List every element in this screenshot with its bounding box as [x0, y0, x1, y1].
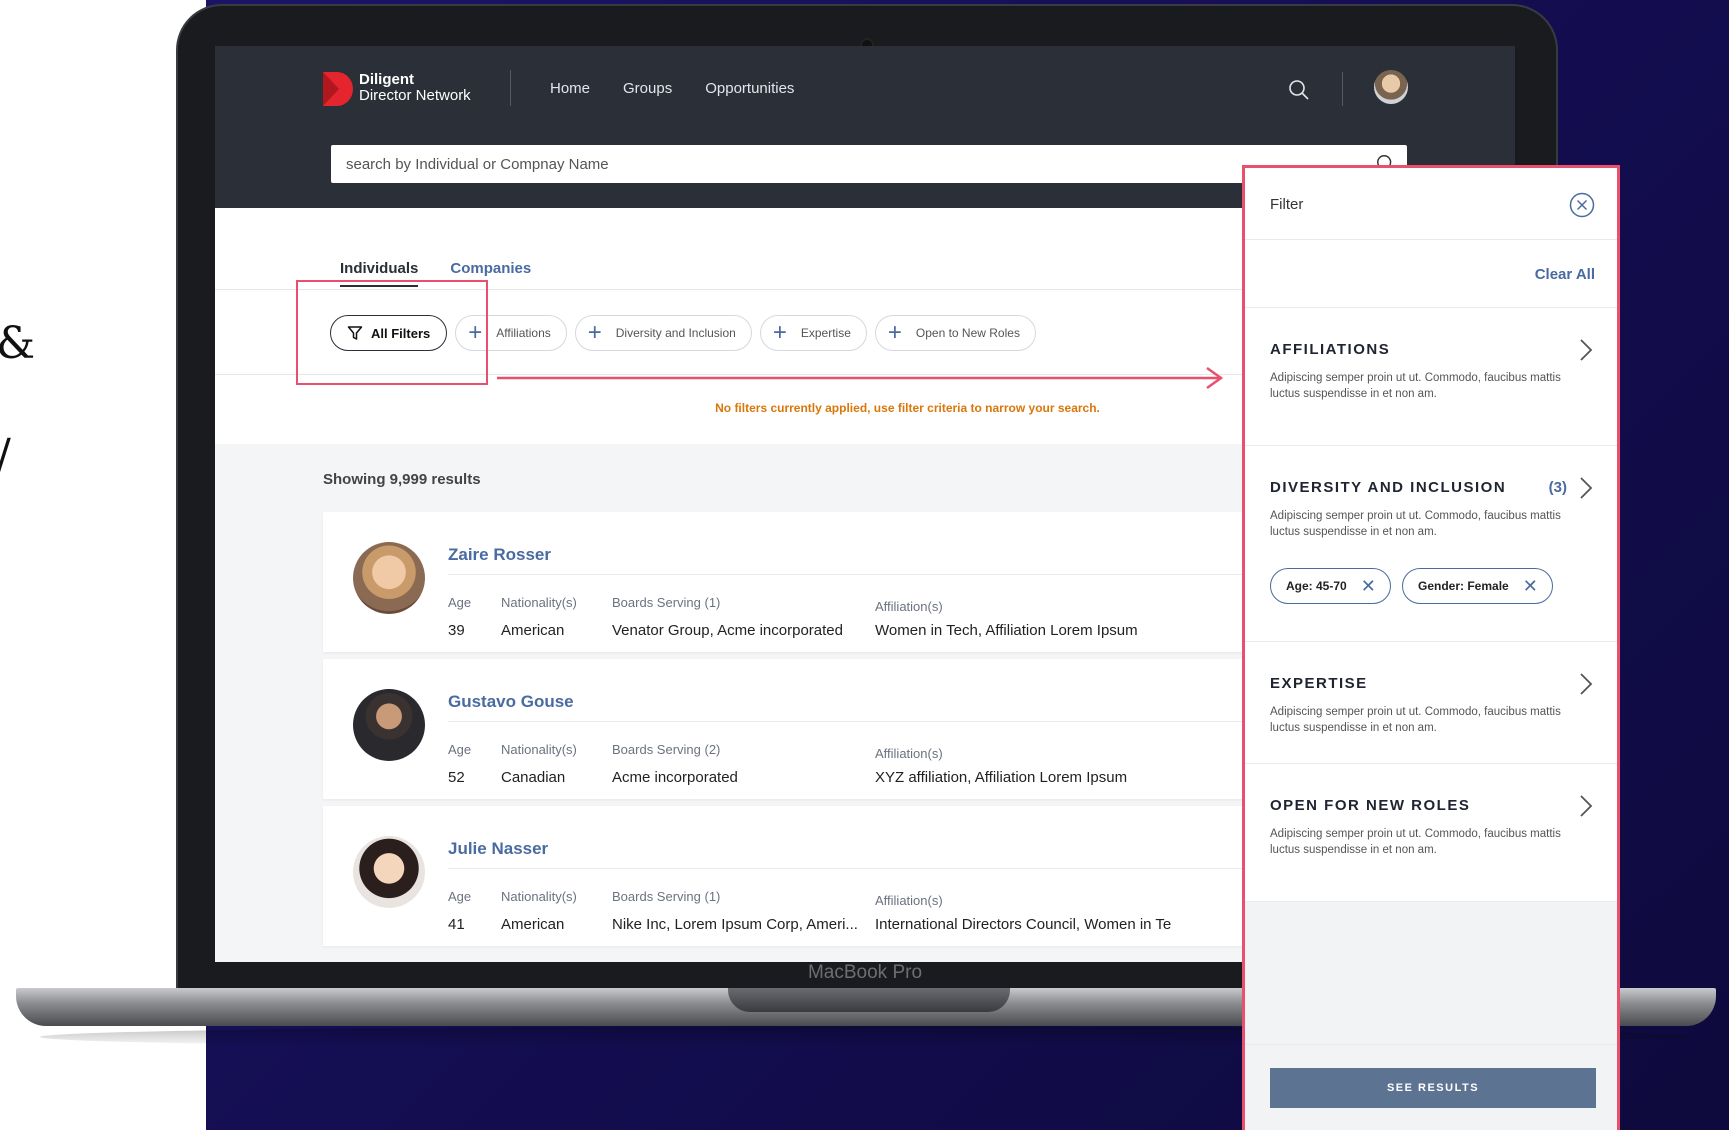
- search-icon[interactable]: [1287, 78, 1311, 102]
- plus-icon: +: [887, 319, 902, 346]
- avatar: [353, 689, 425, 761]
- age-label: Age: [448, 742, 472, 757]
- tag-label: Age: 45-70: [1286, 579, 1347, 593]
- section-title: EXPERTISE: [1270, 675, 1368, 692]
- nationality-label: Nationality(s): [501, 889, 577, 904]
- boards-value: Nike Inc, Lorem Ipsum Corp, Ameri...: [612, 916, 858, 933]
- applied-count-badge: (3): [1548, 479, 1567, 496]
- chip-label: Affiliations: [496, 326, 551, 340]
- chevron-right-icon[interactable]: [1577, 672, 1595, 696]
- close-icon[interactable]: [1569, 192, 1595, 218]
- age-label: Age: [448, 595, 472, 610]
- affiliations-value: XYZ affiliation, Affiliation Lorem Ipsum: [875, 769, 1128, 786]
- nav-divider-right: [1342, 72, 1343, 106]
- plus-icon: +: [587, 319, 602, 346]
- filter-panel-header: Filter: [1245, 168, 1617, 240]
- section-title: AFFILIATIONS: [1270, 341, 1391, 358]
- avatar: [353, 836, 425, 908]
- remove-tag-icon[interactable]: ✕: [1361, 577, 1376, 595]
- affiliations-value: International Directors Council, Women i…: [875, 916, 1172, 933]
- nav-groups[interactable]: Groups: [623, 80, 672, 97]
- chevron-right-icon[interactable]: [1577, 794, 1595, 818]
- results-count: Showing 9,999 results: [323, 471, 481, 488]
- boards-value: Acme incorporated: [612, 769, 738, 786]
- filter-panel-empty-space: [1245, 902, 1617, 1052]
- logo-text: Diligent Director Network: [359, 72, 471, 104]
- arrow-icon: [497, 366, 1224, 390]
- filter-section-affiliations[interactable]: AFFILIATIONS Adipiscing semper proin ut …: [1245, 308, 1617, 446]
- section-description: Adipiscing semper proin ut ut. Commodo, …: [1270, 706, 1561, 734]
- logo-line2: Director Network: [359, 87, 471, 104]
- plus-icon: +: [772, 319, 787, 346]
- nav-home[interactable]: Home: [550, 80, 590, 97]
- no-filters-notice: No filters currently applied, use filter…: [715, 401, 1100, 415]
- section-description: Adipiscing semper proin ut ut. Commodo, …: [1270, 510, 1561, 538]
- avatar: [353, 542, 425, 614]
- section-description: Adipiscing semper proin ut ut. Commodo, …: [1270, 828, 1561, 856]
- chevron-right-icon[interactable]: [1577, 338, 1595, 362]
- filter-panel: Filter Clear All AFFILIATIONS Adipiscing…: [1242, 165, 1620, 1130]
- filter-chip-expertise[interactable]: + Expertise: [759, 315, 867, 351]
- tag-label: Gender: Female: [1418, 579, 1509, 593]
- section-title: DIVERSITY AND INCLUSION: [1270, 479, 1507, 496]
- boards-label: Boards Serving (2): [612, 742, 721, 757]
- chip-label: Diversity and Inclusion: [615, 326, 736, 340]
- nationality-value: Canadian: [501, 769, 566, 786]
- section-description: Adipiscing semper proin ut ut. Commodo, …: [1270, 372, 1561, 400]
- affiliations-label: Affiliation(s): [875, 893, 943, 908]
- logo-line1: Diligent: [359, 71, 414, 88]
- device-label: MacBook Pro: [807, 962, 923, 983]
- person-name[interactable]: Gustavo Gouse: [448, 692, 574, 712]
- user-avatar[interactable]: [1374, 70, 1408, 104]
- highlight-box: [296, 280, 488, 385]
- main-nav: Home Groups Opportunities: [550, 80, 794, 97]
- applied-filter-tag[interactable]: Gender: Female ✕: [1402, 568, 1553, 604]
- stage: & / Diligent Director Network Home Group…: [0, 0, 1729, 1130]
- nationality-value: American: [501, 916, 565, 933]
- nav-opportunities[interactable]: Opportunities: [705, 80, 794, 97]
- clear-all-row: Clear All: [1245, 240, 1617, 308]
- filter-chip-open-roles[interactable]: + Open to New Roles: [874, 315, 1036, 351]
- laptop-notch: [728, 988, 1010, 1012]
- filter-section-diversity[interactable]: DIVERSITY AND INCLUSION (3) Adipiscing s…: [1245, 446, 1617, 642]
- boards-label: Boards Serving (1): [612, 889, 721, 904]
- person-name[interactable]: Julie Nasser: [448, 839, 548, 859]
- side-glyph-ampersand: &: [0, 318, 35, 369]
- chevron-right-icon[interactable]: [1577, 476, 1595, 500]
- nationality-label: Nationality(s): [501, 595, 577, 610]
- chip-label: Expertise: [800, 326, 851, 340]
- boards-label: Boards Serving (1): [612, 595, 721, 610]
- age-label: Age: [448, 889, 472, 904]
- remove-tag-icon[interactable]: ✕: [1523, 577, 1538, 595]
- see-results-button[interactable]: SEE RESULTS: [1270, 1068, 1596, 1108]
- nationality-label: Nationality(s): [501, 742, 577, 757]
- side-glyph-slash: /: [0, 430, 11, 481]
- filter-section-expertise[interactable]: EXPERTISE Adipiscing semper proin ut ut.…: [1245, 642, 1617, 764]
- age-value: 52: [448, 769, 465, 786]
- chip-label: Open to New Roles: [915, 326, 1020, 340]
- applied-filter-tag[interactable]: Age: 45-70 ✕: [1270, 568, 1391, 604]
- boards-value: Venator Group, Acme incorporated: [612, 622, 843, 639]
- affiliations-label: Affiliation(s): [875, 746, 943, 761]
- filter-panel-footer: SEE RESULTS: [1245, 1044, 1617, 1130]
- section-title: OPEN FOR NEW ROLES: [1270, 797, 1471, 814]
- clear-all-button[interactable]: Clear All: [1535, 266, 1595, 283]
- person-name[interactable]: Zaire Rosser: [448, 545, 551, 565]
- affiliations-label: Affiliation(s): [875, 599, 943, 614]
- filter-section-open-roles[interactable]: OPEN FOR NEW ROLES Adipiscing semper pro…: [1245, 764, 1617, 902]
- nav-divider: [510, 70, 511, 106]
- filter-chip-diversity[interactable]: + Diversity and Inclusion: [574, 315, 752, 351]
- affiliations-value: Women in Tech, Affiliation Lorem Ipsum: [875, 622, 1138, 639]
- age-value: 41: [448, 916, 465, 933]
- filter-panel-title: Filter: [1270, 196, 1304, 213]
- diligent-logo-icon: [323, 72, 353, 106]
- age-value: 39: [448, 622, 465, 639]
- nationality-value: American: [501, 622, 565, 639]
